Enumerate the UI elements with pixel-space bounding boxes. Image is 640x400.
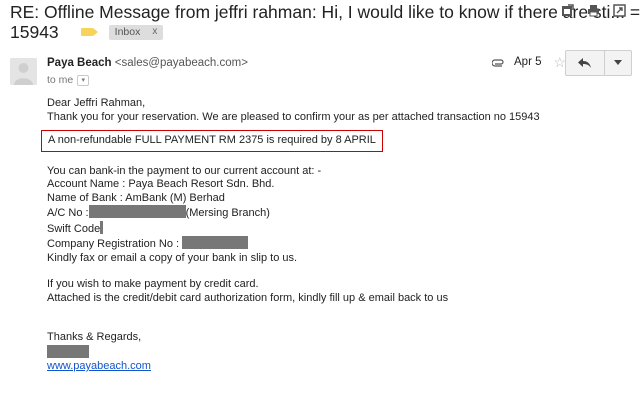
- branch-name: (Mersing Branch): [185, 207, 270, 219]
- email-subject: RE: Offline Message from jeffri rahman: …: [10, 2, 640, 42]
- redacted-registration-number: [182, 236, 249, 249]
- remove-label-icon[interactable]: x: [152, 22, 157, 42]
- recipient-line: to me ▾: [47, 74, 90, 86]
- new-window-icon[interactable]: [561, 4, 574, 17]
- inbox-label-chip[interactable]: Inbox x: [108, 22, 164, 42]
- credit-card-intro: If you wish to make payment by credit ca…: [47, 278, 259, 290]
- website-link[interactable]: www.payabeach.com: [47, 360, 151, 372]
- company-registration-line: Company Registration No :: [47, 236, 627, 252]
- sender-info: Paya Beach <sales@payabeach.com>: [47, 57, 248, 69]
- reply-button[interactable]: [565, 50, 605, 76]
- reply-button-group: [565, 50, 632, 76]
- message-meta: Apr 5 ☆: [492, 55, 566, 69]
- message-body: Dear Jeffri Rahman, Thank you for your r…: [41, 97, 627, 374]
- inbox-label-text: Inbox: [114, 26, 141, 38]
- swift-code-label: Swift Code: [47, 222, 101, 235]
- payment-notice: A non-refundable FULL PAYMENT RM 2375 is…: [48, 134, 376, 146]
- signature-line: [47, 344, 627, 361]
- details-dropdown-icon[interactable]: ▾: [77, 74, 90, 86]
- redacted-signature-name: [47, 344, 89, 358]
- credit-card-form-note: Attached is the credit/debit card author…: [47, 291, 449, 304]
- more-options-button[interactable]: [605, 50, 632, 76]
- recipient-text: to me: [47, 74, 74, 86]
- bank-name: Name of Bank : AmBank (M) Berhad: [47, 191, 225, 204]
- account-name: Account Name : Paya Beach Resort Sdn. Bh…: [47, 178, 275, 190]
- redacted-swift-code: [100, 220, 104, 234]
- thank-you-line: Thank you for your reservation. We are p…: [47, 110, 540, 123]
- print-icon[interactable]: [587, 4, 600, 17]
- attachment-icon: [492, 59, 504, 67]
- importance-marker-icon[interactable]: [80, 28, 98, 36]
- bank-intro: You can bank-in the payment to our curre…: [47, 164, 322, 177]
- top-icons-bar: [561, 4, 626, 17]
- website-line: www.payabeach.com: [47, 360, 627, 374]
- swift-code-line: Swift Code: [47, 220, 627, 237]
- sender-email: <sales@payabeach.com>: [114, 57, 248, 69]
- chevron-down-icon: [614, 60, 622, 65]
- avatar[interactable]: [10, 58, 37, 85]
- fax-instruction: Kindly fax or email a copy of your bank …: [47, 251, 298, 264]
- subject-line-2: 15943: [10, 22, 59, 42]
- regards: Thanks & Regards,: [47, 331, 142, 343]
- account-number-line: A/C No : (Mersing Branch): [47, 205, 627, 221]
- subject-line-1: RE: Offline Message from jeffri rahman: …: [10, 2, 640, 22]
- expand-icon[interactable]: [613, 4, 626, 17]
- greeting: Dear Jeffri Rahman,: [47, 97, 146, 109]
- company-registration-label: Company Registration No :: [47, 238, 180, 250]
- account-number-label: A/C No :: [47, 207, 89, 219]
- sender-name[interactable]: Paya Beach: [47, 57, 112, 69]
- payment-highlight-box: A non-refundable FULL PAYMENT RM 2375 is…: [41, 130, 383, 152]
- redacted-account-number: [88, 205, 186, 218]
- message-date: Apr 5: [514, 56, 542, 68]
- reply-icon: [578, 58, 591, 68]
